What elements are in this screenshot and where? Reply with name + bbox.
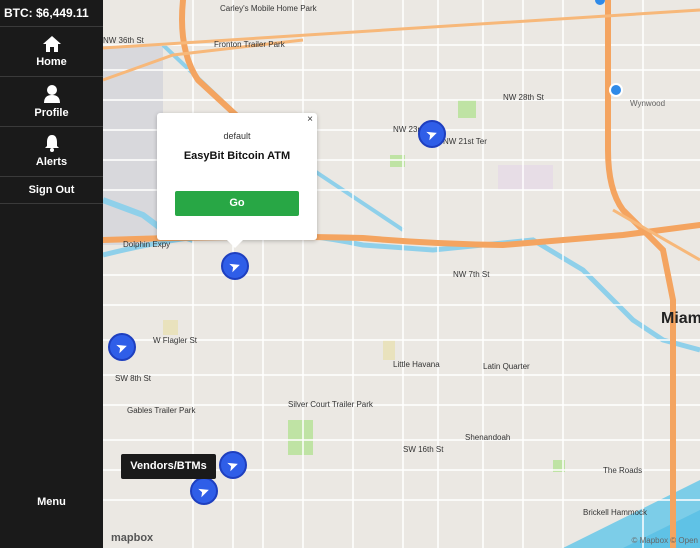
sidebar: BTC: $6,449.11 Home Profile Alerts Sign … [0, 0, 103, 548]
map-label-city: Miami [661, 310, 700, 327]
user-icon [43, 84, 60, 103]
signout-button[interactable]: Sign Out [0, 177, 103, 204]
pin-icon: ➤ [226, 256, 244, 276]
bell-icon [44, 135, 59, 152]
map-label: Gables Trailer Park [127, 406, 196, 415]
map-label: Brickell Hammock [583, 508, 648, 517]
menu-button[interactable]: Menu [0, 496, 103, 508]
map-label: NW 7th St [453, 270, 490, 279]
signout-label: Sign Out [28, 184, 75, 196]
nav-profile[interactable]: Profile [0, 77, 103, 127]
nav-profile-label: Profile [34, 106, 69, 119]
nav-alerts-label: Alerts [35, 156, 68, 168]
map-label: W Flagler St [153, 336, 198, 345]
map-label: Little Havana [393, 360, 440, 369]
home-icon [42, 35, 61, 52]
map-label: Carley's Mobile Home Park [220, 4, 317, 13]
nav-home[interactable]: Home [0, 27, 103, 77]
mapbox-logo: mapbox [111, 532, 154, 544]
atm-popup: × default EasyBit Bitcoin ATM Go [157, 113, 317, 248]
nav-alerts[interactable]: Alerts [0, 127, 103, 177]
pin-icon: ➤ [195, 481, 213, 501]
pin-icon: ➤ [224, 455, 242, 475]
map-label: NW 28th St [503, 93, 544, 102]
map-label: SW 16th St [403, 445, 444, 454]
map-label: Latin Quarter [483, 362, 530, 371]
pin-icon: ➤ [113, 337, 131, 357]
atm-pin[interactable]: ➤ [190, 477, 218, 505]
map-label: Wynwood [630, 99, 666, 108]
vendors-btms-button[interactable]: Vendors/BTMs [121, 454, 216, 479]
map-label: Silver Court Trailer Park [288, 400, 373, 409]
atm-pin[interactable]: ➤ [418, 120, 446, 148]
map-label: Shenandoah [465, 433, 511, 442]
nav-home-label: Home [36, 55, 67, 68]
popup-title: EasyBit Bitcoin ATM [183, 150, 291, 162]
map-label: Dolphin Expy [123, 240, 171, 249]
atm-pin[interactable]: ➤ [221, 252, 249, 280]
atm-pin[interactable]: ➤ [219, 451, 247, 479]
map-label: NW 36th St [103, 36, 144, 45]
map-label: Fronton Trailer Park [214, 40, 285, 49]
popup-close-button[interactable]: × [307, 114, 313, 125]
map-label: SW 8th St [115, 374, 152, 383]
btc-price: BTC: $6,449.11 [0, 0, 103, 27]
map-attribution[interactable]: © Mapbox © Open [632, 536, 699, 545]
pin-icon: ➤ [423, 124, 441, 144]
map-label: The Roads [603, 466, 643, 475]
popup-category: default [223, 131, 251, 141]
go-button[interactable]: Go [175, 191, 299, 216]
atm-pin[interactable]: ➤ [108, 333, 136, 361]
map-label: NW 21st Ter [443, 137, 487, 146]
